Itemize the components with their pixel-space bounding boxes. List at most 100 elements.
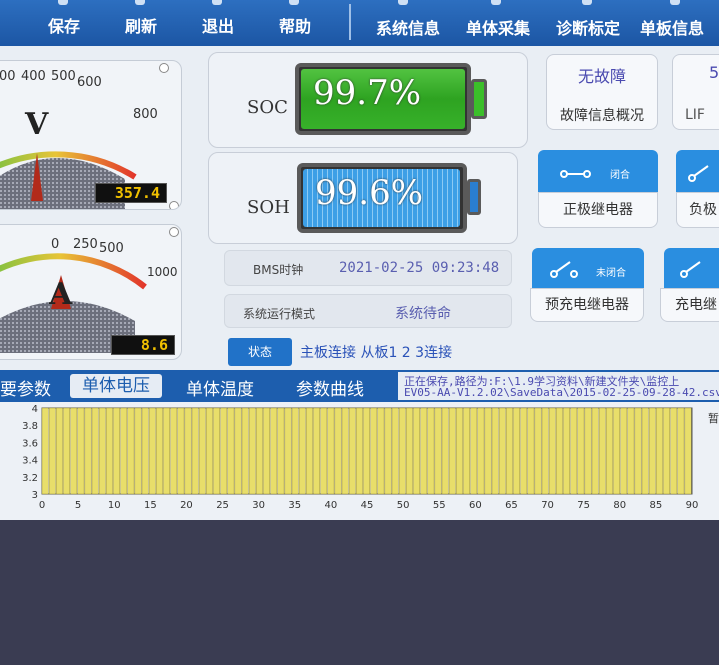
cell-voltage-bar (284, 407, 292, 495)
bms-clock-row: BMS时钟 2021-02-25 09:23:48 (224, 250, 512, 286)
cell-voltage-bar (677, 407, 685, 495)
cell-voltage-bar (413, 407, 420, 495)
cell-voltage-bar (141, 407, 149, 495)
cell-voltage-bar (213, 407, 220, 495)
cell-voltage-bar (277, 407, 285, 495)
tab-board-info[interactable]: 单板信息 (640, 15, 704, 39)
cell-voltage-bar (598, 407, 606, 495)
cell-voltage-bar (563, 407, 570, 495)
cell-voltage-bar (556, 407, 563, 495)
cell-voltage-chart: 4 3.8 3.6 3.4 3.2 3 0 5 10 15 20 25 30 35 40 45 50 55 60 6… (22, 404, 699, 511)
x-tick-label: 90 (686, 500, 699, 511)
y-tick-label: 3 (32, 490, 38, 501)
cell-voltage-bar (98, 407, 106, 495)
charge-relay-indicator[interactable] (664, 248, 719, 288)
cell-voltage-bar (463, 407, 470, 495)
toolbar-icon (670, 0, 680, 5)
cell-voltage-bar (348, 407, 356, 495)
cell-voltage-bar (663, 407, 670, 495)
cell-voltage-bar (234, 407, 242, 495)
current-scale-label: 500 (99, 241, 124, 256)
relay-open-icon (688, 165, 709, 182)
cell-voltage-bar (63, 407, 70, 495)
status-text: 主板连接 从板1 2 3连接 (300, 345, 453, 361)
voltage-gauge: 00 400 500 600 800 V 357.4 (0, 60, 182, 210)
cell-voltage-bar (106, 407, 113, 495)
cell-voltage-bar (177, 407, 185, 495)
cell-voltage-bar (313, 407, 320, 495)
tab-diagnostic-calibration[interactable]: 诊断标定 (556, 15, 620, 39)
cell-voltage-bar (127, 407, 135, 495)
tab-cell-voltage[interactable]: 单体电压 (70, 374, 162, 398)
cell-voltage-bar (477, 407, 485, 495)
soc-value: 99.7% (313, 73, 422, 113)
soh-label: SOH (247, 197, 290, 218)
cell-voltage-bar (656, 407, 663, 495)
gauge-corner-screw (169, 201, 179, 209)
y-tick-label: 4 (32, 404, 38, 415)
cell-voltage-bar (248, 407, 256, 495)
current-unit: A (49, 277, 73, 312)
cell-voltage-bar (391, 407, 399, 495)
help-button[interactable]: 帮助 (279, 13, 311, 37)
run-mode-row: 系统运行模式 系统待命 (224, 294, 512, 328)
cell-voltage-bar (377, 407, 385, 495)
tab-parameter-curve[interactable]: 参数曲线 (296, 375, 364, 400)
cell-voltage-bar (520, 407, 528, 495)
x-tick-label: 60 (469, 500, 482, 511)
gauge-corner-screw (159, 63, 169, 73)
cell-voltage-bar (491, 407, 499, 495)
run-mode-label: 系统运行模式 (243, 307, 316, 321)
run-mode-value: 系统待命 (395, 306, 451, 322)
cell-voltage-bar (527, 407, 535, 495)
x-tick-label: 65 (505, 500, 518, 511)
save-button[interactable]: 保存 (48, 13, 80, 37)
current-scale-label: 250 (73, 237, 98, 252)
y-tick-label: 3.6 (22, 438, 38, 449)
cell-voltage-bar (163, 407, 170, 495)
tab-cell-temperature[interactable]: 单体温度 (186, 375, 254, 400)
toolbar-icon (289, 0, 299, 5)
cell-voltage-bar (298, 407, 306, 495)
cell-voltage-chart-panel: 4 3.8 3.6 3.4 3.2 3 0 5 10 15 20 25 30 35 40 45 50 55 60 6… (0, 402, 719, 520)
fault-side-box[interactable]: 5 LIF (672, 54, 719, 130)
cell-voltage-bar (670, 407, 678, 495)
toolbar-icon (491, 0, 501, 5)
precharge-relay-indicator[interactable]: 未闭合 (532, 248, 644, 288)
current-scale-label: 1000 (147, 265, 178, 279)
fault-side-status: 5 (709, 63, 719, 82)
bms-clock-value: 2021-02-25 09:23:48 (339, 260, 500, 276)
cell-voltage-bar (148, 407, 156, 495)
cell-voltage-bar (91, 407, 99, 495)
exit-button[interactable]: 退出 (202, 13, 234, 37)
tab-main-parameters[interactable]: 要参数 (0, 375, 51, 400)
current-scale-label: 0 (51, 237, 60, 252)
soc-battery: 99.7% (295, 63, 471, 135)
tab-cell-acquisition[interactable]: 单体采集 (466, 15, 530, 39)
voltage-unit: V (25, 107, 49, 142)
fault-summary-box[interactable]: 无故障 故障信息概况 (546, 54, 658, 130)
refresh-button[interactable]: 刷新 (125, 13, 157, 37)
cell-voltage-bar (648, 407, 656, 495)
y-tick-label: 3.2 (22, 473, 38, 484)
precharge-relay-label: 预充电继电器 (530, 288, 644, 322)
toolbar-icon (135, 0, 145, 5)
cell-voltage-bar (220, 407, 228, 495)
cell-voltage-bar (641, 407, 649, 495)
tab-system-info[interactable]: 系统信息 (376, 15, 440, 39)
cell-voltage-bar (184, 407, 192, 495)
x-tick-label: 20 (180, 500, 193, 511)
x-tick-label: 70 (541, 500, 554, 511)
gauge-corner-screw (169, 227, 179, 237)
cell-voltage-bar (406, 407, 413, 495)
y-tick-label: 3.4 (22, 456, 38, 467)
cell-voltage-bar (48, 407, 56, 495)
cell-voltage-bar (570, 407, 578, 495)
positive-relay-indicator[interactable]: 闭合 (538, 150, 658, 192)
fault-status: 无故障 (577, 67, 626, 86)
cell-voltage-bar (270, 407, 278, 495)
cell-voltage-bar (113, 407, 120, 495)
cell-voltage-bar (41, 407, 49, 495)
x-tick-label: 80 (613, 500, 626, 511)
negative-relay-indicator[interactable] (676, 150, 719, 192)
